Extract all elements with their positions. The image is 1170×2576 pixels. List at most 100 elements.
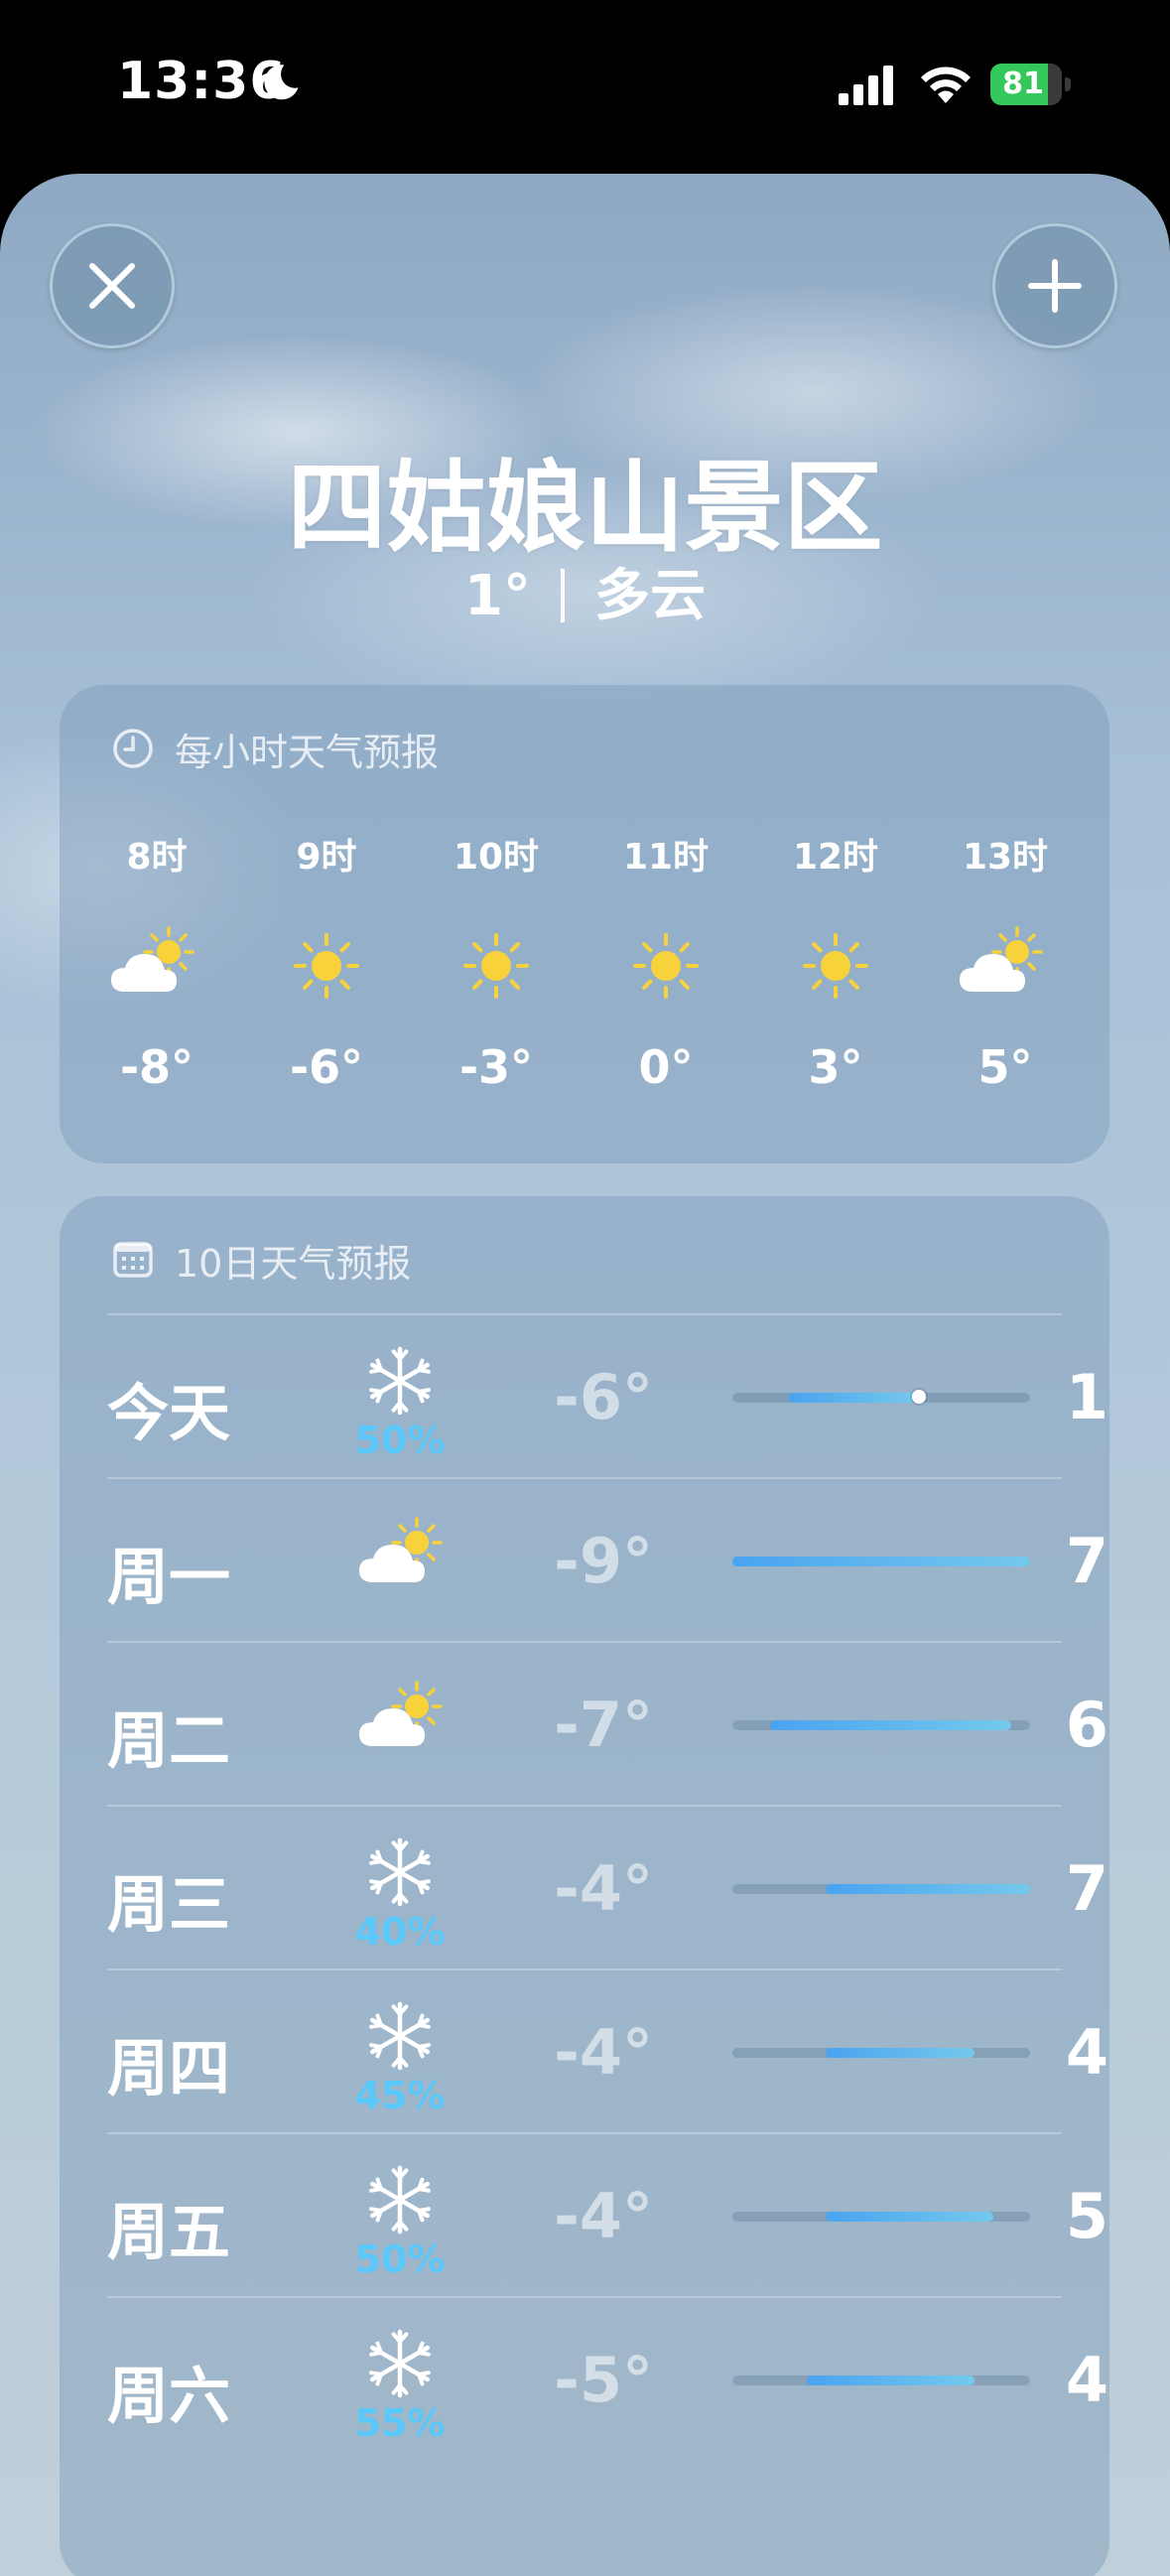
- day-low-temp: -6°: [554, 1361, 653, 1433]
- row-divider: [107, 1477, 1062, 1479]
- daily-row[interactable]: 周六 55% -5° 4°: [107, 2296, 1109, 2460]
- plus-icon: [1028, 259, 1082, 313]
- day-name: 周五: [107, 2196, 231, 2268]
- separator: [560, 569, 565, 622]
- day-weather: 50%: [306, 2160, 494, 2281]
- hour-temp: -3°: [458, 1040, 534, 1094]
- close-button[interactable]: [50, 223, 175, 348]
- day-name: 周一: [107, 1541, 231, 1613]
- daily-row[interactable]: 周二 -7° 6°: [107, 1641, 1109, 1805]
- day-high-temp: 1°: [1065, 1361, 1109, 1433]
- weather-sheet: 四姑娘山景区 1° 多云 每小时天气预报 8时 -8° 9时 -6° 10时 -3…: [0, 174, 1170, 2576]
- current-condition: 多云: [593, 564, 706, 628]
- calendar-icon: [113, 1242, 153, 1278]
- day-low-temp: -4°: [554, 2180, 653, 2252]
- hour-temp: -6°: [289, 1040, 364, 1094]
- hourly-item: 9时 -6°: [267, 834, 386, 1094]
- daily-row[interactable]: 周三 40% -4° 7°: [107, 1805, 1109, 1968]
- sun-icon: [294, 933, 359, 999]
- hour-weather-icon: [447, 926, 546, 1006]
- hourly-item: 8时 -8°: [97, 834, 216, 1094]
- temp-range-bar: [825, 2048, 975, 2058]
- snowflake-icon: [369, 1346, 431, 1416]
- day-weather-icon: [355, 1517, 455, 1596]
- temp-range-bar: [807, 2375, 975, 2385]
- daily-title: 10日天气预报: [175, 1241, 412, 1286]
- day-weather-icon: [360, 1341, 440, 1421]
- daily-row[interactable]: 周五 50% -4° 5°: [107, 2132, 1109, 2296]
- cellular-signal-icon: [839, 66, 893, 105]
- hour-label: 10时: [453, 837, 540, 878]
- daily-header: 10日天气预报: [111, 1236, 411, 1286]
- temp-range-bar: [825, 2212, 993, 2222]
- day-weather-icon: [360, 1832, 440, 1912]
- day-high-temp: 4°: [1065, 2344, 1109, 2416]
- day-weather-icon: [355, 1681, 455, 1760]
- day-weather: 55%: [306, 2324, 494, 2445]
- row-divider: [107, 1641, 1062, 1643]
- row-divider: [107, 2132, 1062, 2134]
- day-low-temp: -5°: [554, 2344, 653, 2416]
- add-button[interactable]: [992, 223, 1117, 348]
- hour-weather-icon: [107, 926, 206, 1006]
- hourly-header: 每小时天气预报: [111, 725, 439, 774]
- temp-range-track: [732, 1884, 1031, 1894]
- sun-cloud-icon: [359, 1517, 443, 1582]
- hour-weather-icon: [277, 926, 376, 1006]
- hour-label: 13时: [962, 837, 1049, 878]
- row-divider: [107, 1805, 1062, 1807]
- daily-row[interactable]: 周一 -9° 7°: [107, 1477, 1109, 1641]
- day-low-temp: -7°: [554, 1689, 653, 1761]
- daily-row[interactable]: 周四 45% -4° 4°: [107, 1968, 1109, 2132]
- snowflake-icon: [369, 2329, 431, 2398]
- precip-chance: 50%: [354, 2237, 446, 2281]
- day-weather: 50%: [306, 1341, 494, 1462]
- day-weather: 40%: [306, 1832, 494, 1954]
- sun-icon: [463, 933, 529, 999]
- sun-cloud-icon: [359, 1681, 443, 1746]
- sun-cloud-icon: [960, 926, 1043, 992]
- snowflake-icon: [369, 1837, 431, 1907]
- day-weather-icon: [360, 2160, 440, 2239]
- battery-indicator: 81: [990, 64, 1072, 105]
- sun-icon: [803, 933, 868, 999]
- hourly-item: 11时 0°: [606, 834, 725, 1094]
- precip-chance: 45%: [354, 2074, 446, 2117]
- moon-icon: [264, 65, 299, 100]
- hourly-item: 13时 5°: [946, 834, 1065, 1094]
- temp-range-bar: [732, 1557, 1030, 1566]
- temp-range-track: [732, 1390, 1030, 1404]
- hourly-title: 每小时天气预报: [175, 730, 440, 774]
- hour-label: 9时: [296, 837, 357, 878]
- temp-range-track: [732, 2048, 1030, 2058]
- daily-forecast-card[interactable]: 10日天气预报 今天 50% -6° 1° 周一 -9° 7° 周二: [60, 1196, 1109, 2576]
- temp-range-bar: [825, 1884, 1031, 1894]
- hourly-forecast-card[interactable]: 每小时天气预报 8时 -8° 9时 -6° 10时 -3° 11时 0° 12时…: [60, 685, 1109, 1163]
- temp-range-track: [732, 2212, 1030, 2222]
- hour-weather-icon: [616, 926, 715, 1006]
- daily-row[interactable]: 今天 50% -6° 1°: [107, 1313, 1109, 1477]
- hour-weather-icon: [786, 926, 885, 1006]
- day-high-temp: 4°: [1065, 2016, 1109, 2089]
- hour-temp: 0°: [638, 1040, 694, 1094]
- day-name: 周六: [107, 2360, 231, 2432]
- day-high-temp: 5°: [1065, 2180, 1109, 2252]
- day-name: 周三: [107, 1868, 231, 1941]
- current-temp: 1°: [464, 564, 531, 628]
- close-icon: [89, 263, 135, 309]
- clock-icon: [113, 729, 153, 768]
- hour-temp: -8°: [119, 1040, 195, 1094]
- status-bar: 13:36 81: [0, 0, 1170, 174]
- day-high-temp: 7°: [1065, 1525, 1109, 1597]
- row-divider: [107, 2296, 1062, 2298]
- day-low-temp: -4°: [554, 1852, 653, 1925]
- hourly-item: 12时 3°: [776, 834, 895, 1094]
- day-weather: [306, 1505, 494, 1624]
- location-title: 四姑娘山景区: [287, 450, 883, 566]
- day-name: 周四: [107, 2032, 231, 2104]
- precip-chance: 40%: [354, 1910, 446, 1954]
- day-low-temp: -9°: [554, 1525, 653, 1597]
- day-weather-icon: [360, 2324, 440, 2403]
- day-weather: [306, 1669, 494, 1788]
- hour-temp: 5°: [977, 1040, 1033, 1094]
